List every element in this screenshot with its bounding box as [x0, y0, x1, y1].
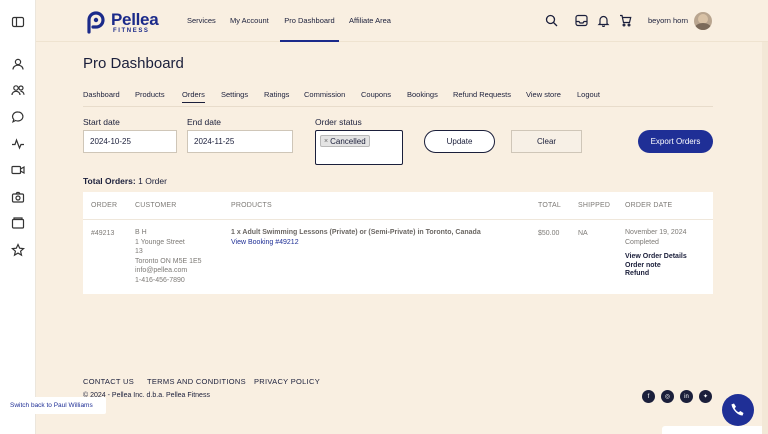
star-icon[interactable]: [11, 243, 25, 257]
column-header-shipped: SHIPPED: [578, 202, 611, 209]
column-header-customer: CUSTOMER: [135, 202, 177, 209]
user-icon[interactable]: [11, 57, 25, 71]
tab-dashboard[interactable]: Dashboard: [83, 90, 120, 99]
status-chip-label: Cancelled: [330, 136, 366, 146]
avatar[interactable]: [694, 12, 712, 30]
customer-phone: 1-416-456-7890: [135, 277, 185, 284]
tab-coupons[interactable]: Coupons: [361, 90, 391, 99]
page-title: Pro Dashboard: [83, 55, 184, 72]
status-chip[interactable]: × Cancelled: [320, 135, 370, 147]
inbox-icon[interactable]: [575, 14, 588, 27]
nav-my-account[interactable]: My Account: [230, 0, 269, 42]
order-shipped: NA: [578, 230, 588, 237]
tab-products[interactable]: Products: [135, 90, 165, 99]
column-header-order-date: ORDER DATE: [625, 202, 673, 209]
instagram-icon[interactable]: ◎: [661, 390, 674, 403]
footer-contact-us[interactable]: CONTACT US: [83, 377, 134, 386]
tab-divider: [83, 106, 713, 107]
tab-bookings[interactable]: Bookings: [407, 90, 438, 99]
call-button[interactable]: [722, 394, 754, 426]
order-status-label: Order status: [315, 117, 362, 127]
order-status: Completed: [625, 238, 659, 246]
top-header: Pellea FITNESS Services My Account Pro D…: [36, 0, 768, 42]
chat-widget-tab[interactable]: [662, 426, 768, 434]
total-orders-value: 1 Order: [138, 176, 167, 186]
order-total: $50.00: [538, 230, 560, 237]
switch-back-link[interactable]: Switch back to Paul Williams: [4, 397, 106, 414]
view-booking-link[interactable]: View Booking #49212: [231, 238, 299, 248]
pellea-logo[interactable]: Pellea FITNESS: [84, 9, 159, 35]
end-date-label: End date: [187, 117, 222, 127]
nav-services[interactable]: Services: [187, 0, 216, 42]
tab-logout[interactable]: Logout: [577, 90, 600, 99]
linkedin-icon[interactable]: in: [680, 390, 693, 403]
view-order-details-link[interactable]: View Order Details: [625, 253, 687, 262]
panel-icon[interactable]: [11, 15, 25, 29]
start-date-label: Start date: [83, 117, 120, 127]
camera-icon[interactable]: [11, 190, 25, 204]
tab-ratings[interactable]: Ratings: [264, 90, 289, 99]
scrollbar[interactable]: [762, 42, 768, 434]
orders-table: ORDER CUSTOMER PRODUCTS TOTAL SHIPPED OR…: [83, 192, 713, 294]
tab-commission[interactable]: Commission: [304, 90, 345, 99]
facebook-icon[interactable]: f: [642, 390, 655, 403]
nav-affiliate-area[interactable]: Affiliate Area: [349, 0, 391, 42]
header-divider: [83, 219, 713, 220]
total-orders: Total Orders: 1 Order: [83, 176, 167, 186]
tab-view-store[interactable]: View store: [526, 90, 561, 99]
customer-unit: 13: [135, 248, 143, 256]
update-button[interactable]: Update: [424, 130, 495, 153]
column-header-products: PRODUCTS: [231, 202, 272, 209]
order-number[interactable]: #49213: [91, 229, 114, 239]
folder-icon[interactable]: [11, 216, 25, 230]
pellea-logo-mark-icon: [87, 11, 105, 34]
phone-icon: [731, 403, 744, 416]
customer-city: Toronto ON M5E 1E5: [135, 257, 202, 265]
users-icon[interactable]: [11, 83, 25, 97]
customer-name: B H: [135, 229, 147, 236]
tab-settings[interactable]: Settings: [221, 90, 248, 99]
total-orders-label: Total Orders:: [83, 176, 136, 186]
clear-button[interactable]: Clear: [511, 130, 582, 153]
footer-terms[interactable]: TERMS AND CONDITIONS: [147, 377, 246, 386]
nav-pro-dashboard[interactable]: Pro Dashboard: [280, 0, 339, 42]
order-note-link[interactable]: Order note: [625, 262, 661, 271]
order-status-select[interactable]: × Cancelled: [315, 130, 403, 165]
activity-icon[interactable]: [11, 137, 25, 151]
tab-orders[interactable]: Orders: [182, 90, 205, 103]
cart-icon[interactable]: [619, 14, 632, 27]
customer-street: 1 Younge Street: [135, 238, 185, 246]
logo-name: Pellea: [111, 9, 159, 29]
chat-icon[interactable]: [11, 110, 25, 124]
footer-privacy[interactable]: PRIVACY POLICY: [254, 377, 320, 386]
start-date-field[interactable]: 2024-10-25: [83, 130, 177, 153]
twitter-icon[interactable]: ✦: [699, 390, 712, 403]
chip-remove-icon[interactable]: ×: [324, 138, 328, 145]
product-line: 1 x Adult Swimming Lessons (Private) or …: [231, 229, 481, 236]
column-header-total: TOTAL: [538, 202, 561, 209]
export-orders-button[interactable]: Export Orders: [638, 130, 713, 153]
video-icon[interactable]: [11, 163, 25, 177]
refund-link[interactable]: Refund: [625, 270, 649, 279]
customer-email: info@pellea.com: [135, 267, 188, 275]
end-date-field[interactable]: 2024-11-25: [187, 130, 293, 153]
column-header-order: ORDER: [91, 202, 118, 209]
username[interactable]: beyorn horn: [648, 0, 688, 42]
order-date: November 19, 2024: [625, 229, 687, 236]
search-icon[interactable]: [545, 14, 558, 27]
tab-refund-requests[interactable]: Refund Requests: [453, 90, 511, 99]
bell-icon[interactable]: [597, 14, 610, 27]
left-sidebar: [0, 0, 36, 434]
